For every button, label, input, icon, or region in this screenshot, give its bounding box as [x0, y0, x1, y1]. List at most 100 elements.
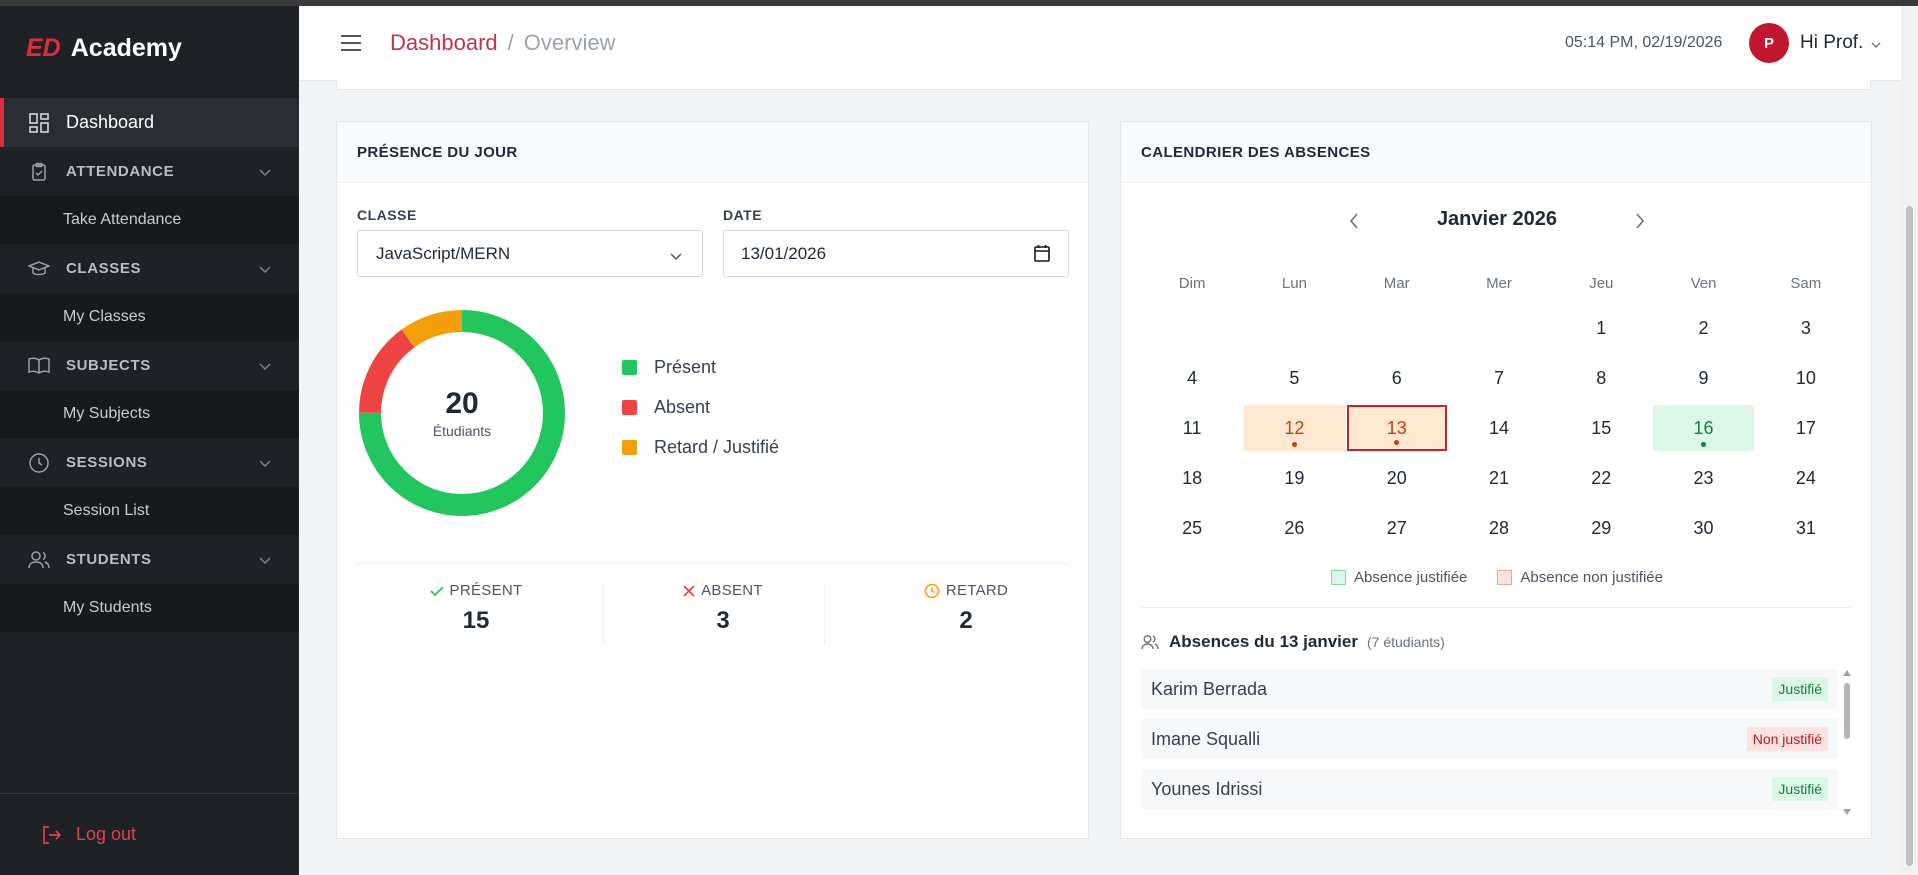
sidebar-sub-label: Take Attendance — [63, 211, 182, 228]
breadcrumb-dashboard-link[interactable]: Dashboard — [390, 30, 498, 55]
user-menu[interactable]: Hi Prof. — [1800, 32, 1881, 54]
calendar-day-31[interactable]: 31 — [1756, 505, 1856, 551]
calendar-day-10[interactable]: 10 — [1756, 355, 1856, 401]
sidebar-section-label: ATTENDANCE — [66, 163, 175, 180]
sidebar-sub-label: My Students — [63, 599, 152, 616]
calendar-day-4[interactable]: 4 — [1142, 355, 1242, 401]
users-icon — [1141, 635, 1159, 650]
page-scroll-thumb[interactable] — [1906, 206, 1913, 866]
sidebar-item-my-students[interactable]: My Students — [0, 584, 299, 632]
calendar-day-7[interactable]: 7 — [1449, 355, 1549, 401]
chevron-down-icon — [259, 552, 271, 569]
sidebar-section-label: CLASSES — [66, 260, 142, 277]
calendar-day-1[interactable]: 1 — [1551, 305, 1651, 351]
calendar-day-23[interactable]: 23 — [1653, 455, 1753, 501]
list-item[interactable]: Younes Idrissi Justifié — [1141, 769, 1838, 809]
scroll-down-arrow-icon[interactable] — [1842, 808, 1852, 816]
absences-list: Karim Berrada Justifié Imane Squalli Non… — [1141, 669, 1838, 819]
calendar-day-19[interactable]: 19 — [1244, 455, 1344, 501]
sidebar-section-students[interactable]: STUDENTS — [0, 535, 299, 584]
stat-value: 15 — [462, 607, 490, 634]
x-icon — [683, 584, 695, 597]
weekday-label: Ven — [1690, 274, 1717, 292]
sidebar: ED Academy Dashboard ATTENDANCE Take Att… — [0, 6, 299, 875]
calendar-day-8[interactable]: 8 — [1551, 355, 1651, 401]
calendar-day-11[interactable]: 11 — [1142, 405, 1242, 451]
chevron-right-icon[interactable] — [1635, 213, 1645, 234]
legend-label: Absence non justifiée — [1520, 569, 1663, 586]
date-input[interactable]: 13/01/2026 — [723, 230, 1069, 277]
legend-label: Retard / Justifié — [654, 436, 780, 457]
calendar-day-29[interactable]: 29 — [1551, 505, 1651, 551]
calendar-day-26[interactable]: 26 — [1244, 505, 1344, 551]
calendar-legend: Absence justifiée Absence non justifiée — [1121, 569, 1873, 586]
sidebar-section-label: SUBJECTS — [66, 357, 151, 374]
clock-icon — [924, 583, 940, 598]
scroll-up-arrow-icon[interactable] — [1842, 669, 1852, 677]
calendar-month-title: Janvier 2026 — [1436, 208, 1558, 230]
absences-scrollbar[interactable] — [1842, 669, 1852, 819]
avatar[interactable]: P — [1749, 23, 1789, 63]
calendar-day-15[interactable]: 15 — [1551, 405, 1651, 451]
calendar-day-24[interactable]: 24 — [1756, 455, 1856, 501]
calendar-day-18[interactable]: 18 — [1142, 455, 1242, 501]
calendar-day-27[interactable]: 27 — [1347, 505, 1447, 551]
donut-center: 20 Étudiants — [357, 308, 567, 518]
calendar-day-3[interactable]: 3 — [1756, 305, 1856, 351]
calendar-day-20[interactable]: 20 — [1347, 455, 1447, 501]
logout-button[interactable]: Log out — [0, 793, 299, 875]
status-badge: Justifié — [1772, 677, 1828, 701]
calendar-empty-cell — [1448, 303, 1550, 353]
chevron-down-icon — [259, 358, 271, 375]
sidebar-item-dashboard[interactable]: Dashboard — [0, 98, 299, 147]
legend-swatch — [622, 439, 637, 455]
calendar-day-13[interactable]: 13 — [1346, 405, 1447, 451]
calendar-icon[interactable] — [1034, 244, 1050, 267]
sidebar-item-take-attendance[interactable]: Take Attendance — [0, 196, 299, 244]
logo[interactable]: ED Academy — [0, 6, 299, 90]
calendar-card-title: CALENDRIER DES ABSENCES — [1121, 122, 1871, 183]
sidebar-section-subjects[interactable]: SUBJECTS — [0, 341, 299, 390]
date-label: DATE — [723, 207, 763, 223]
calendar-day-12[interactable]: 12 — [1244, 405, 1345, 451]
presence-card: PRÉSENCE DU JOUR CLASSE DATE JavaScript/… — [336, 121, 1089, 839]
calendar-day-14[interactable]: 14 — [1449, 405, 1549, 451]
page-scrollbar[interactable] — [1901, 6, 1918, 875]
absences-count: (7 étudiants) — [1366, 634, 1445, 650]
absence-dot — [1701, 442, 1707, 447]
calendar-day-5[interactable]: 5 — [1244, 355, 1344, 401]
sidebar-section-sessions[interactable]: SESSIONS — [0, 438, 299, 487]
student-name: Imane Squalli — [1151, 728, 1261, 749]
calendar-day-25[interactable]: 25 — [1142, 505, 1242, 551]
calendar-day-2[interactable]: 2 — [1653, 305, 1753, 351]
calendar-day-21[interactable]: 21 — [1449, 455, 1549, 501]
calendar-day-28[interactable]: 28 — [1449, 505, 1549, 551]
stat-present: PRÉSENT 15 — [357, 582, 595, 635]
donut-caption: Étudiants — [432, 423, 492, 439]
sidebar-section-attendance[interactable]: ATTENDANCE — [0, 147, 299, 196]
scroll-thumb[interactable] — [1844, 683, 1850, 739]
check-icon — [429, 585, 444, 596]
sidebar-section-label: STUDENTS — [66, 551, 152, 568]
calendar-day-17[interactable]: 17 — [1756, 405, 1856, 451]
sidebar-item-session-list[interactable]: Session List — [0, 487, 299, 535]
sidebar-item-my-subjects[interactable]: My Subjects — [0, 390, 299, 438]
logo-name: Academy — [70, 33, 182, 62]
sidebar-item-my-classes[interactable]: My Classes — [0, 293, 299, 341]
legend-swatch — [1330, 570, 1346, 585]
class-select[interactable]: JavaScript/MERN — [357, 230, 703, 277]
list-item[interactable]: Imane Squalli Non justifié — [1141, 719, 1838, 759]
menu-toggle-icon[interactable] — [340, 34, 362, 57]
chevron-down-icon — [259, 455, 271, 472]
calendar-day-6[interactable]: 6 — [1347, 355, 1447, 401]
calendar-day-30[interactable]: 30 — [1653, 505, 1753, 551]
sidebar-section-classes[interactable]: CLASSES — [0, 244, 299, 293]
breadcrumb: Dashboard / Overview — [390, 30, 615, 56]
chevron-down-icon — [670, 246, 682, 266]
calendar-day-16[interactable]: 16 — [1653, 405, 1754, 451]
calendar-day-22[interactable]: 22 — [1551, 455, 1651, 501]
calendar-day-9[interactable]: 9 — [1653, 355, 1753, 401]
legend-swatch — [622, 399, 637, 415]
list-item[interactable]: Karim Berrada Justifié — [1141, 669, 1838, 709]
absence-dot — [1291, 442, 1297, 447]
